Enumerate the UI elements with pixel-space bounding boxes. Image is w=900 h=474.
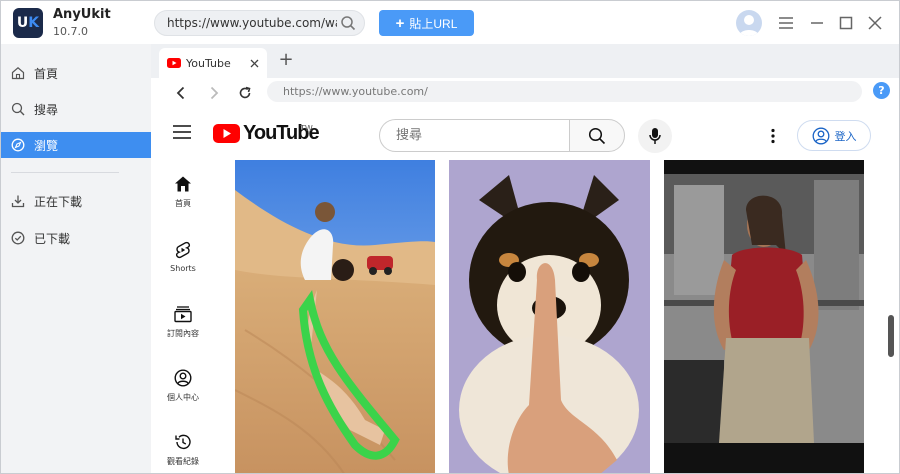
compass-icon — [11, 138, 25, 152]
sidebar-item-home[interactable]: 首頁 — [1, 60, 151, 86]
short-thumbnail-shiba-dog[interactable] — [449, 160, 650, 473]
rail-item-you[interactable]: 個人中心 — [151, 369, 215, 403]
address-bar[interactable] — [267, 81, 862, 102]
sidebar-item-downloading[interactable]: 正在下載 — [1, 188, 151, 214]
home-icon — [11, 67, 25, 80]
microphone-icon — [649, 128, 661, 144]
url-input-box — [154, 10, 365, 36]
sidebar-item-label: 搜尋 — [34, 102, 59, 117]
back-icon[interactable] — [171, 83, 191, 103]
sidebar-item-label: 首頁 — [34, 66, 59, 81]
tab-title: YouTube — [186, 56, 231, 70]
app-logo: UK — [13, 8, 43, 38]
rail-item-history[interactable]: 觀看紀錄 — [151, 433, 215, 467]
sign-in-button[interactable]: 登入 — [797, 120, 871, 151]
page-scrollbar[interactable] — [888, 315, 894, 357]
search-icon[interactable] — [340, 15, 356, 31]
url-input[interactable] — [167, 11, 337, 35]
search-icon — [11, 102, 25, 116]
youtube-page: YouTube TW 登入 首頁 — [151, 108, 899, 473]
help-icon[interactable]: ? — [873, 82, 890, 99]
search-icon — [588, 127, 606, 144]
shorts-icon — [175, 241, 191, 259]
rail-item-label: 訂閱內容 — [167, 329, 199, 338]
app-name: AnyUkit — [53, 7, 111, 22]
rail-item-subscriptions[interactable]: 訂閱內容 — [151, 305, 215, 339]
region-code: TW — [300, 124, 313, 133]
youtube-search-button[interactable] — [569, 119, 625, 152]
title-bar: UK AnyUkit 10.7.0 + 貼上URL — [1, 1, 899, 44]
thumbnail-image — [449, 160, 650, 473]
embedded-browser: YouTube + ? — [151, 44, 899, 473]
sidebar-item-downloaded[interactable]: 已下載 — [1, 225, 151, 251]
new-tab-icon[interactable]: + — [278, 51, 294, 69]
menu-icon[interactable] — [775, 12, 797, 34]
account-icon — [174, 369, 192, 387]
rail-item-label: Shorts — [170, 264, 196, 273]
youtube-search-input[interactable] — [379, 119, 569, 152]
rail-item-label: 個人中心 — [167, 393, 199, 402]
home-filled-icon — [175, 176, 191, 192]
tab-youtube[interactable]: YouTube — [159, 48, 267, 78]
sidebar: 首頁 搜尋 瀏覽 正在下載 已下載 — [1, 44, 151, 473]
thumbnail-image — [664, 160, 864, 473]
check-circle-icon — [11, 231, 25, 245]
download-icon — [11, 195, 25, 208]
subscriptions-icon — [174, 306, 192, 323]
rail-item-home[interactable]: 首頁 — [151, 175, 215, 209]
browser-toolbar: ? — [151, 78, 899, 108]
tab-strip: YouTube + — [151, 44, 899, 78]
app-window: UK AnyUkit 10.7.0 + 貼上URL — [0, 0, 900, 474]
rail-item-shorts[interactable]: Shorts — [151, 241, 215, 273]
close-icon[interactable] — [864, 12, 886, 34]
youtube-favicon-icon — [167, 58, 181, 68]
paste-url-button[interactable]: + 貼上URL — [379, 10, 474, 36]
sidebar-divider — [11, 172, 119, 173]
voice-search-button[interactable] — [638, 119, 672, 153]
sidebar-item-browse[interactable]: 瀏覽 — [1, 132, 151, 158]
youtube-play-icon — [213, 124, 240, 143]
maximize-icon[interactable] — [835, 12, 857, 34]
forward-icon[interactable] — [204, 83, 224, 103]
more-options-icon[interactable] — [763, 127, 783, 145]
sidebar-item-label: 正在下載 — [34, 194, 83, 209]
short-thumbnail-sand-dune[interactable] — [235, 160, 435, 473]
rail-item-label: 觀看紀錄 — [167, 457, 199, 466]
sidebar-item-search[interactable]: 搜尋 — [1, 96, 151, 122]
minimize-icon[interactable] — [806, 12, 828, 34]
history-icon — [175, 434, 191, 450]
tab-close-icon[interactable] — [247, 56, 261, 70]
hamburger-menu-icon[interactable] — [173, 125, 191, 139]
sidebar-item-label: 瀏覽 — [34, 138, 59, 153]
plus-icon: + — [395, 14, 405, 32]
reload-icon[interactable] — [235, 83, 255, 103]
thumbnail-image — [235, 160, 435, 473]
sign-in-label: 登入 — [834, 129, 857, 143]
user-icon — [739, 15, 759, 36]
paste-url-label: 貼上URL — [409, 16, 458, 31]
short-thumbnail-man-street[interactable] — [664, 160, 864, 473]
account-circle-icon — [812, 127, 829, 144]
user-avatar[interactable] — [736, 10, 762, 36]
app-version: 10.7.0 — [53, 25, 88, 38]
rail-item-label: 首頁 — [175, 199, 191, 208]
sidebar-item-label: 已下載 — [34, 231, 71, 246]
